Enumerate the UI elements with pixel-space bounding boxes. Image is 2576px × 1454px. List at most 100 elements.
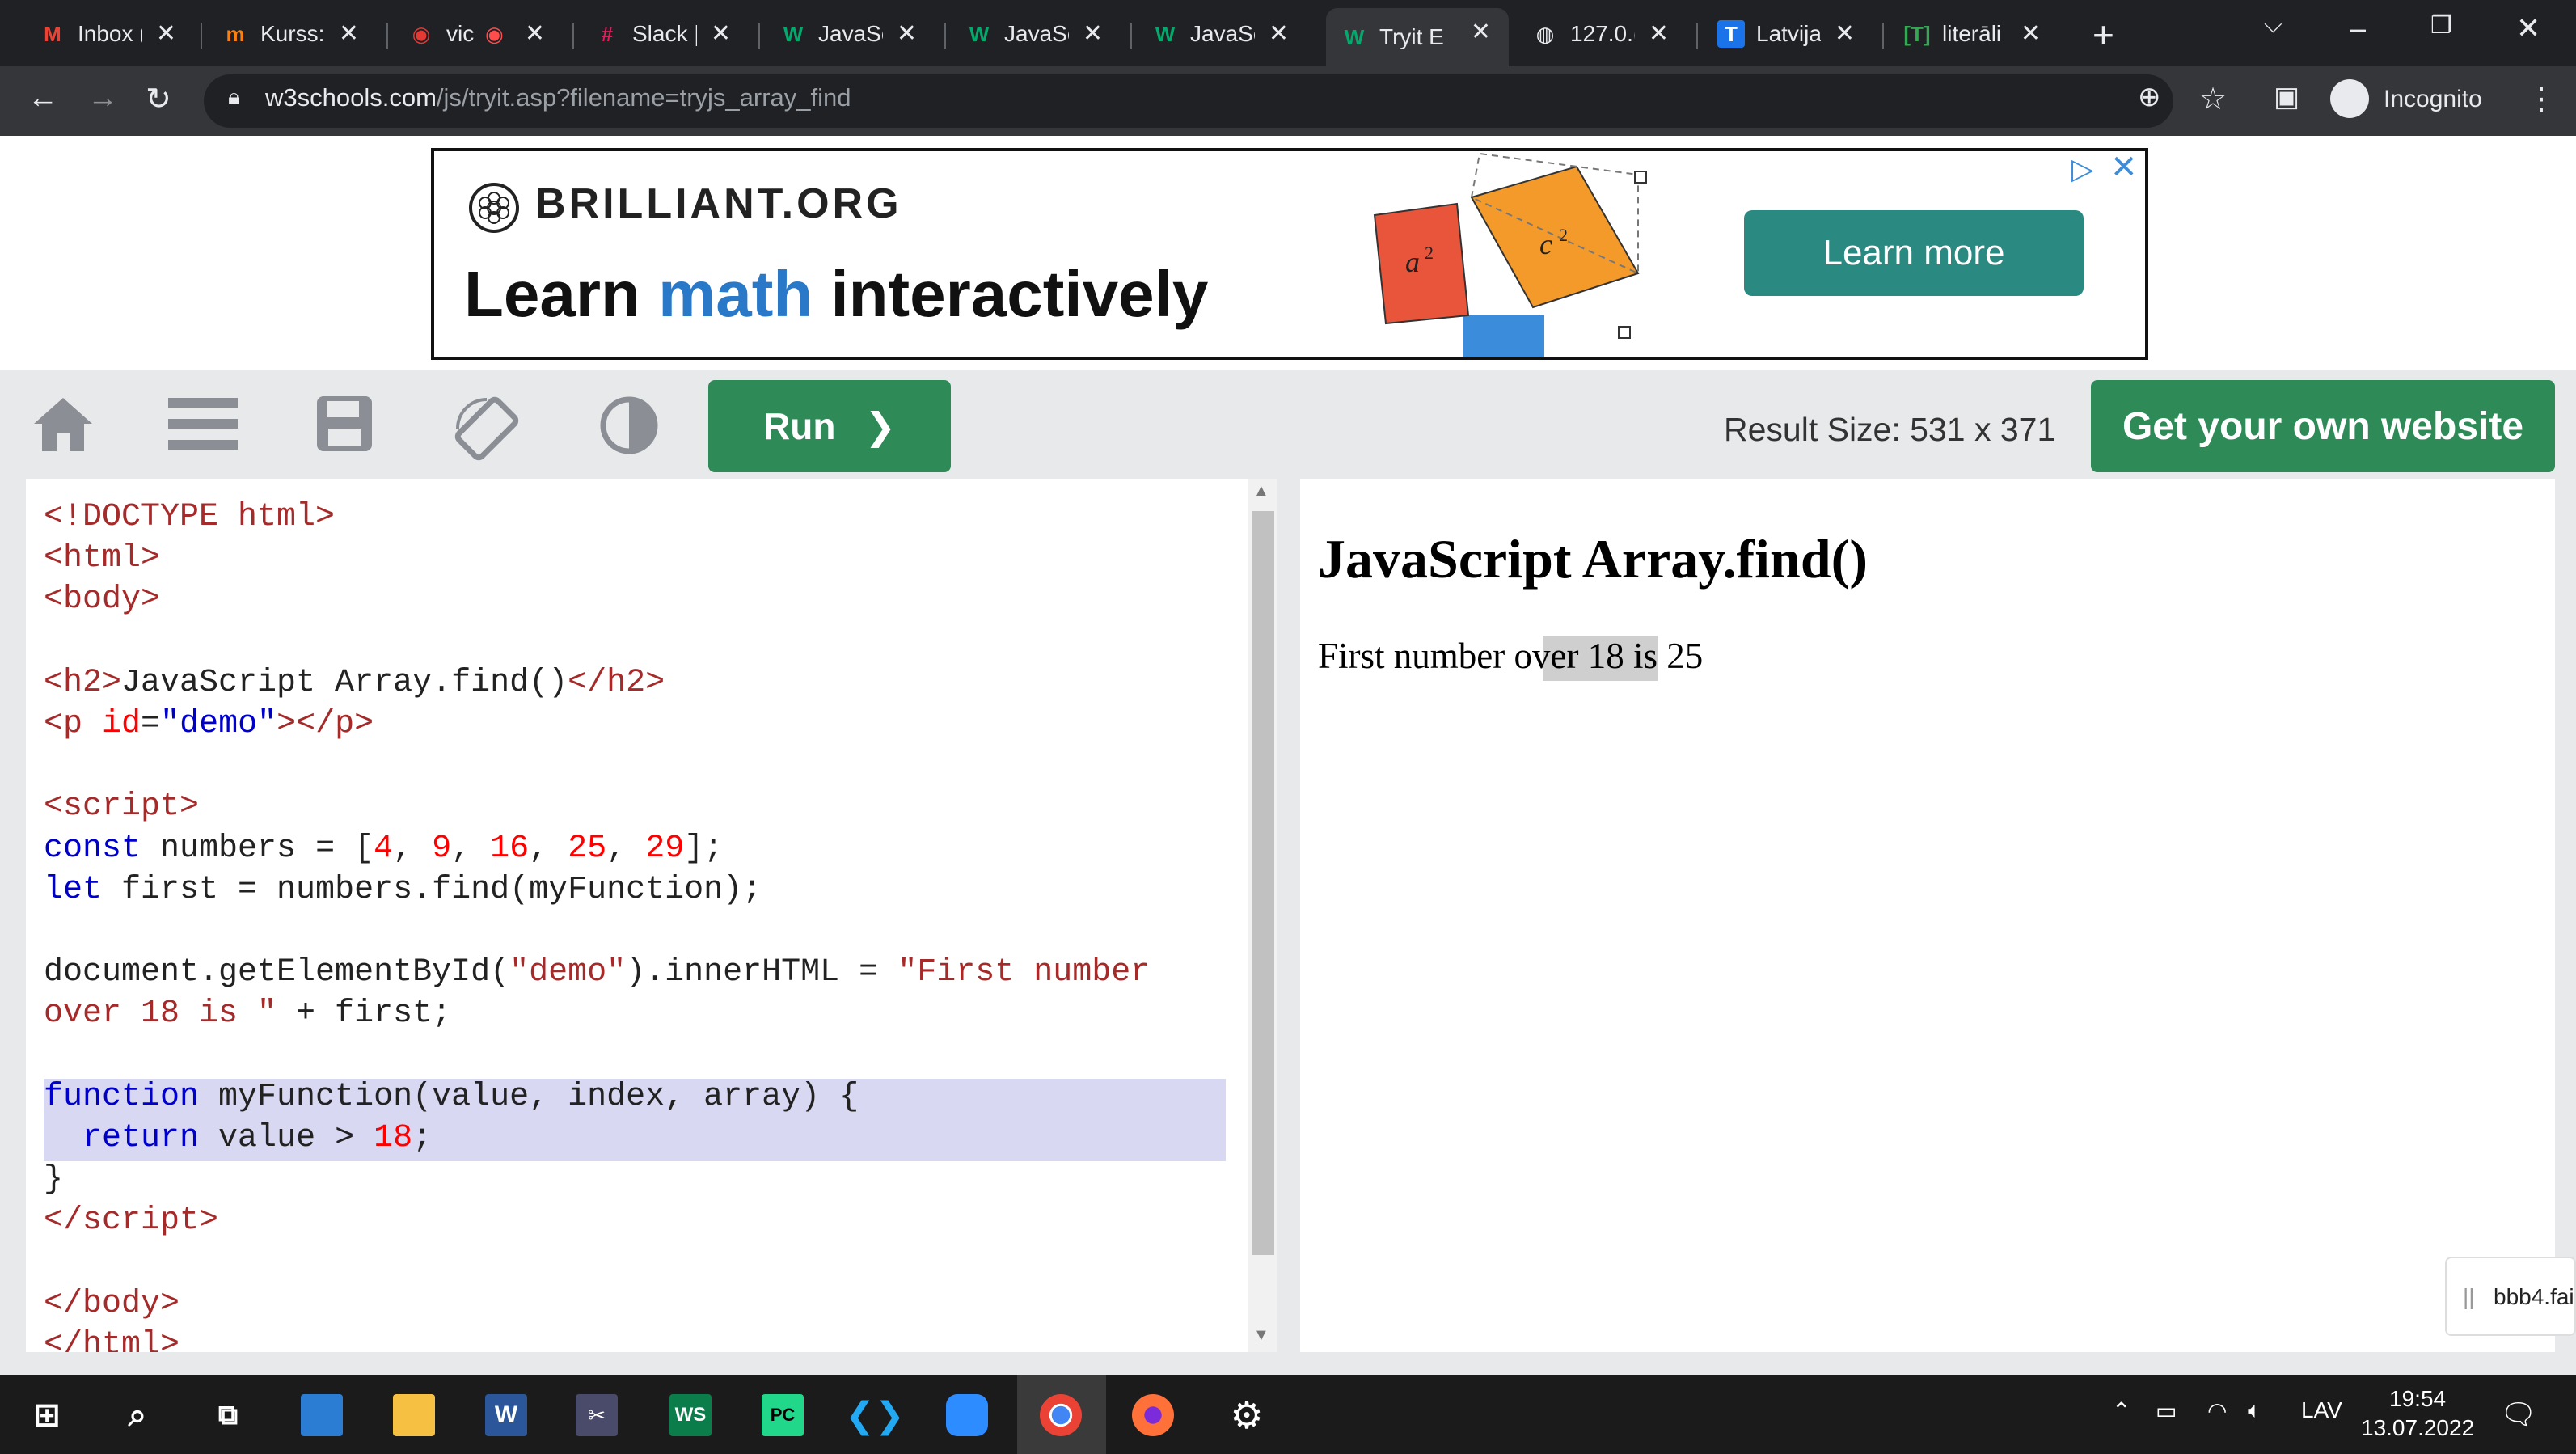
ad-headline: Learn math interactively (464, 257, 1208, 332)
editor-scrollbar-thumb[interactable] (1252, 511, 1274, 1255)
notifications-icon[interactable]: 🗨︎ (2500, 1397, 2537, 1431)
rotate-orientation-icon[interactable] (453, 395, 521, 463)
vscode-icon[interactable]: ❮❯ (845, 1394, 905, 1436)
save-icon[interactable] (315, 395, 374, 453)
settings-gear-icon[interactable]: ⚙ (1226, 1394, 1268, 1436)
tab-slack[interactable]: # Slack | ✕ (579, 10, 749, 58)
tab-strip: M Inbox ( ✕ m Kurss: ✕ ◉ vic ◉ ✕ # Slack… (0, 0, 2576, 66)
tab-tryit-editor[interactable]: W Tryit E ✕ (1326, 8, 1509, 66)
control-panel-icon[interactable] (301, 1394, 343, 1436)
close-ad-icon[interactable]: ✕ (2110, 149, 2138, 186)
slack-icon: # (601, 21, 614, 46)
restore-button[interactable]: ❐ (2430, 11, 2452, 40)
url-path: /js/tryit.asp?filename=tryjs_array_find (436, 83, 851, 112)
result-paragraph-part: s 25 (1643, 636, 1704, 676)
side-panel-icon[interactable]: ▣ (2274, 81, 2299, 113)
drag-handle-icon: || (2463, 1284, 2475, 1309)
clock-time: 19:54 (2389, 1386, 2447, 1411)
tab-separator (386, 23, 388, 49)
close-tab-icon[interactable]: ✕ (2021, 19, 2041, 48)
file-explorer-icon[interactable] (393, 1394, 435, 1436)
code-text[interactable]: <!DOCTYPE html> <html> <body> <h2>JavaSc… (44, 497, 1150, 1366)
close-window-button[interactable]: ✕ (2516, 11, 2540, 45)
tab-localhost[interactable]: ◍ 127.0.( ✕ (1517, 10, 1687, 58)
tab-separator (1696, 23, 1698, 49)
home-icon[interactable] (32, 395, 94, 453)
run-button[interactable]: Run ❯ (708, 380, 951, 472)
tab-javascript-1[interactable]: W JavaSc ✕ (765, 10, 935, 58)
bookmark-star-icon[interactable]: ☆ (2199, 81, 2227, 117)
system-clock[interactable]: 19:54 13.07.2022 (2361, 1384, 2474, 1443)
close-tab-icon[interactable]: ✕ (525, 19, 545, 48)
close-tab-icon[interactable]: ✕ (1835, 19, 1855, 48)
snipping-tool-icon[interactable]: ✂ (576, 1394, 618, 1436)
tab-video[interactable]: ◉ vic ◉ ✕ (393, 10, 563, 58)
close-tab-icon[interactable]: ✕ (1269, 19, 1289, 48)
wifi-icon[interactable]: ◠ (2207, 1397, 2227, 1424)
back-icon[interactable]: ← (27, 81, 58, 116)
close-tab-icon[interactable]: ✕ (1649, 19, 1669, 48)
result-paragraph-part: First number o (1318, 636, 1532, 676)
ad-brand: BRILLIANT.ORG (535, 180, 902, 227)
editor-bottom-edge (26, 1352, 1277, 1375)
minimize-button[interactable]: – (2350, 11, 2366, 45)
theme-contrast-icon[interactable] (598, 395, 660, 456)
tray-chevron-up-icon[interactable]: ⌃ (2112, 1397, 2130, 1424)
tab-javascript-3[interactable]: W JavaSc ✕ (1137, 10, 1307, 58)
adchoices-icon[interactable]: ▷ (2071, 152, 2094, 186)
zoom-app-icon[interactable] (946, 1394, 988, 1436)
close-tab-icon[interactable]: ✕ (156, 19, 176, 48)
scroll-up-icon[interactable]: ▲ (1253, 482, 1269, 501)
reload-icon[interactable]: ↻ (146, 81, 171, 117)
zoom-icon[interactable]: ⊕ (2138, 81, 2161, 113)
tab-latvija[interactable]: T Latvija ✕ (1703, 10, 1873, 58)
chrome-icon[interactable] (1040, 1394, 1082, 1436)
tab-separator (1882, 23, 1884, 49)
incognito-icon (2330, 79, 2369, 118)
scroll-down-icon[interactable]: ▼ (1253, 1326, 1269, 1345)
windows-start-icon[interactable]: ⊞ (26, 1394, 68, 1436)
close-tab-icon[interactable]: ✕ (339, 19, 359, 48)
w3schools-icon: W (783, 21, 804, 46)
tab-gmail[interactable]: M Inbox ( ✕ (24, 10, 194, 58)
firefox-icon[interactable] (1132, 1394, 1174, 1436)
word-icon[interactable]: W (485, 1394, 527, 1436)
brilliant-logo-icon (469, 183, 519, 233)
result-paragraph[interactable]: First number over 18 is 25 (1318, 635, 1703, 677)
t-icon: T (1717, 20, 1745, 48)
forward-icon[interactable]: → (87, 81, 118, 116)
profile-label[interactable]: Incognito (2384, 86, 2482, 113)
close-tab-icon[interactable]: ✕ (897, 19, 917, 48)
result-size-label: Result Size: 531 x 371 (1724, 411, 2056, 448)
pycharm-icon[interactable]: PC (762, 1394, 804, 1436)
close-tab-icon[interactable]: ✕ (1471, 18, 1491, 46)
w3schools-icon: W (1155, 21, 1176, 46)
moodle-icon: m (226, 21, 245, 46)
close-tab-icon[interactable]: ✕ (711, 19, 731, 48)
volume-icon[interactable]: 🔈︎ (2248, 1397, 2261, 1424)
tab-search-icon[interactable]: ⌵ (2264, 11, 2283, 39)
tab-moodle[interactable]: m Kurss: ✕ (207, 10, 377, 58)
download-panel[interactable]: || bbb4.fai (2445, 1257, 2576, 1336)
menu-icon[interactable] (168, 395, 238, 453)
gmail-icon: M (44, 21, 61, 46)
tab-literali[interactable]: [T] literāli ✕ (1889, 10, 2059, 58)
menu-kebab-icon[interactable]: ⋮ (2526, 81, 2557, 117)
tab-javascript-2[interactable]: W JavaSc ✕ (951, 10, 1121, 58)
svg-text:2: 2 (1425, 243, 1434, 263)
search-icon[interactable]: ⌕ (116, 1394, 158, 1436)
clock-date: 13.07.2022 (2361, 1415, 2475, 1440)
get-your-own-website-button[interactable]: Get your own website (2091, 380, 2555, 472)
webstorm-icon[interactable]: WS (669, 1394, 712, 1436)
task-view-icon[interactable]: ⧉ (207, 1394, 249, 1436)
new-tab-button[interactable]: + (2092, 13, 2114, 57)
w3schools-icon: W (1344, 24, 1365, 49)
result-paragraph-selected: ver 18 i (1532, 636, 1644, 676)
battery-icon[interactable]: ▭ (2156, 1397, 2177, 1424)
url-text[interactable]: w3schools.com/js/tryit.asp?filename=tryj… (265, 83, 851, 112)
close-tab-icon[interactable]: ✕ (1083, 19, 1103, 48)
ad-label-a: a (1405, 246, 1420, 278)
language-indicator[interactable]: LAV (2301, 1397, 2342, 1423)
learn-more-button[interactable]: Learn more (1744, 210, 2084, 296)
lock-icon: 🔒︎ (228, 84, 240, 109)
